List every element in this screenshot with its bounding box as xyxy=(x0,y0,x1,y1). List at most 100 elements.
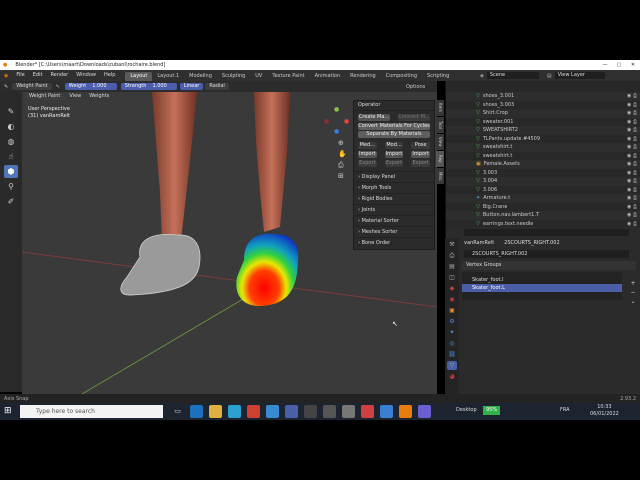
tab-layout[interactable]: Layout xyxy=(125,71,153,81)
task-view-icon[interactable]: ▭ xyxy=(171,405,184,418)
clock[interactable]: 10:33 06/01/2022 xyxy=(590,404,619,418)
tab-rep[interactable]: Rep xyxy=(436,151,444,167)
battery-badge[interactable]: 95% xyxy=(483,406,501,415)
operator-header[interactable]: Operator xyxy=(354,101,434,111)
eye-icon[interactable]: ◉ ⎙ xyxy=(627,135,637,143)
modifier-props-icon[interactable]: ⚙ xyxy=(447,317,457,326)
outliner-item[interactable]: ▽ shoes_3.003 ◉ ⎙ xyxy=(446,101,640,110)
app-icon[interactable] xyxy=(285,405,298,418)
minimize-button[interactable]: — xyxy=(598,60,612,70)
tab-uv[interactable]: UV xyxy=(250,72,267,81)
eye-icon[interactable]: ◉ ⎙ xyxy=(627,101,637,109)
brush-icon[interactable]: ✎ xyxy=(4,84,8,90)
tab-tool[interactable]: Tool xyxy=(436,117,444,133)
tab-view[interactable]: View xyxy=(436,134,444,150)
output-props-icon[interactable]: ▤ xyxy=(447,262,457,271)
constraints-icon[interactable]: ⛓ xyxy=(447,350,457,359)
blender-taskbar-icon[interactable] xyxy=(399,405,412,418)
eye-icon[interactable]: ◉ ⎙ xyxy=(627,186,637,194)
tab-sculpting[interactable]: Sculpting xyxy=(217,72,250,81)
properties-search[interactable] xyxy=(446,227,640,238)
mesh-data-icon[interactable]: ▽ xyxy=(447,361,457,370)
export-button-3[interactable]: Export xyxy=(411,160,431,167)
section-display-panel[interactable]: › Display Panel xyxy=(354,171,434,182)
unity-icon[interactable] xyxy=(323,405,336,418)
maximize-button[interactable]: ▢ xyxy=(612,60,626,70)
store-icon[interactable] xyxy=(228,405,241,418)
chrome-icon[interactable] xyxy=(361,405,374,418)
pose-button[interactable]: Pose xyxy=(411,142,431,149)
eye-icon[interactable]: ◉ ⎙ xyxy=(627,177,637,185)
outliner-item[interactable]: ▽ sweatshirt.t ◉ ⎙ xyxy=(446,152,640,161)
section-joints[interactable]: › Joints xyxy=(354,204,434,215)
export-button-2[interactable]: Export xyxy=(384,160,404,167)
mode-selector[interactable]: Weight Paint xyxy=(12,83,52,90)
tab-modeling[interactable]: Modeling xyxy=(184,72,217,81)
separate-materials-button[interactable]: Separate By Materials xyxy=(358,131,430,138)
outliner-item[interactable]: ▽ sweater.001 ◉ ⎙ xyxy=(446,118,640,127)
export-button-1[interactable]: Export xyxy=(358,160,377,167)
tab-misc[interactable]: Misc xyxy=(436,168,444,184)
outliner-item[interactable]: ✦ Armature.t ◉ ⎙ xyxy=(446,194,640,203)
media-button[interactable]: Med... xyxy=(358,142,377,149)
outliner-item[interactable]: ▽ 3.003 ◉ ⎙ xyxy=(446,169,640,178)
menu-edit[interactable]: Edit xyxy=(29,70,47,81)
tab-compositing[interactable]: Compositing xyxy=(381,72,422,81)
eye-icon[interactable]: ◉ ⎙ xyxy=(627,169,637,177)
tab-item[interactable]: Item xyxy=(436,100,444,116)
outliner-item[interactable]: ▽ Shirt.Crop ◉ ⎙ xyxy=(446,109,640,118)
outliner-item[interactable]: ▽ sweatshirt.t ◉ ⎙ xyxy=(446,143,640,152)
outliner-item[interactable]: ▽ 3.006 ◉ ⎙ xyxy=(446,186,640,195)
import-button-3[interactable]: Import xyxy=(411,151,431,158)
desktop-toolbar[interactable]: Desktop xyxy=(456,407,477,413)
settings-icon[interactable] xyxy=(342,405,355,418)
import-button-1[interactable]: Import xyxy=(358,151,377,158)
view-layer-icon[interactable]: ◫ xyxy=(447,273,457,282)
mail-icon[interactable] xyxy=(380,405,393,418)
tab-rendering[interactable]: Rendering xyxy=(345,72,381,81)
model-button[interactable]: Mod... xyxy=(384,142,404,149)
outliner-item[interactable]: ▽ Big.Crane ◉ ⎙ xyxy=(446,203,640,212)
vertex-group-item-selected[interactable]: Skater_foot.L xyxy=(462,284,622,292)
outliner-item[interactable]: ▽ SWEATSHIRT2 ◉ ⎙ xyxy=(446,126,640,135)
office-icon[interactable] xyxy=(247,405,260,418)
blender-menu-icon[interactable]: ◉ xyxy=(0,73,12,79)
gradient-tool-icon[interactable]: ⬢ xyxy=(4,165,18,178)
material-icon[interactable]: ◕ xyxy=(447,372,457,381)
blur-tool-icon[interactable]: ◐ xyxy=(4,120,18,133)
outliner-item[interactable]: ▽ 3.004 ◉ ⎙ xyxy=(446,177,640,186)
annotate-tool-icon[interactable]: ✐ xyxy=(4,195,18,208)
particles-icon[interactable]: ✦ xyxy=(447,328,457,337)
section-material-sorter[interactable]: › Material Sorter xyxy=(354,215,434,226)
close-button[interactable]: ✕ xyxy=(626,60,640,70)
tab-scripting[interactable]: Scripting xyxy=(422,72,454,81)
eye-icon[interactable]: ◉ ⎙ xyxy=(627,203,637,211)
vertex-groups-header[interactable]: Vertex Groups xyxy=(462,261,636,270)
camera-icon[interactable]: ⎙ xyxy=(338,160,347,171)
eye-icon[interactable]: ◉ ⎙ xyxy=(627,109,637,117)
tool-settings-icon[interactable]: ✎ xyxy=(56,84,60,90)
eye-icon[interactable]: ◉ ⎙ xyxy=(627,194,637,202)
draw-tool-icon[interactable]: ✎ xyxy=(4,105,18,118)
outliner-item[interactable]: ▣ Female.Assets ◉ ⎙ xyxy=(446,160,640,169)
menu-window[interactable]: Window xyxy=(72,70,100,81)
eye-icon[interactable]: ◉ ⎙ xyxy=(627,143,637,151)
windows-start-icon[interactable]: ⊞ xyxy=(4,406,12,416)
tab-texture-paint[interactable]: Texture Paint xyxy=(267,72,309,81)
mesh-data-field[interactable]: 2SCOURTS_RIGHT.002 xyxy=(464,249,629,258)
steam-icon[interactable] xyxy=(304,405,317,418)
sample-weight-icon[interactable]: ⚲ xyxy=(4,180,18,193)
taskbar-search[interactable]: Type here to search xyxy=(20,405,163,418)
outliner-item[interactable]: ▽ shoes_3.001 ◉ ⎙ xyxy=(446,92,640,101)
eye-icon[interactable]: ◉ ⎙ xyxy=(627,126,637,134)
average-tool-icon[interactable]: ◍ xyxy=(4,135,18,148)
menu-file[interactable]: File xyxy=(12,70,28,81)
smear-tool-icon[interactable]: ☝ xyxy=(4,150,18,163)
navigation-gizmo[interactable]: ● ● ● ● xyxy=(322,106,352,136)
eye-icon[interactable]: ◉ ⎙ xyxy=(627,160,637,168)
outliner-item[interactable]: ▽ Button.nav.lambert1.T ◉ ⎙ xyxy=(446,211,640,220)
object-props-icon[interactable]: ▣ xyxy=(447,306,457,315)
photos-icon[interactable] xyxy=(266,405,279,418)
zoom-icon[interactable]: ⊕ xyxy=(338,138,347,149)
edge-icon[interactable] xyxy=(190,405,203,418)
